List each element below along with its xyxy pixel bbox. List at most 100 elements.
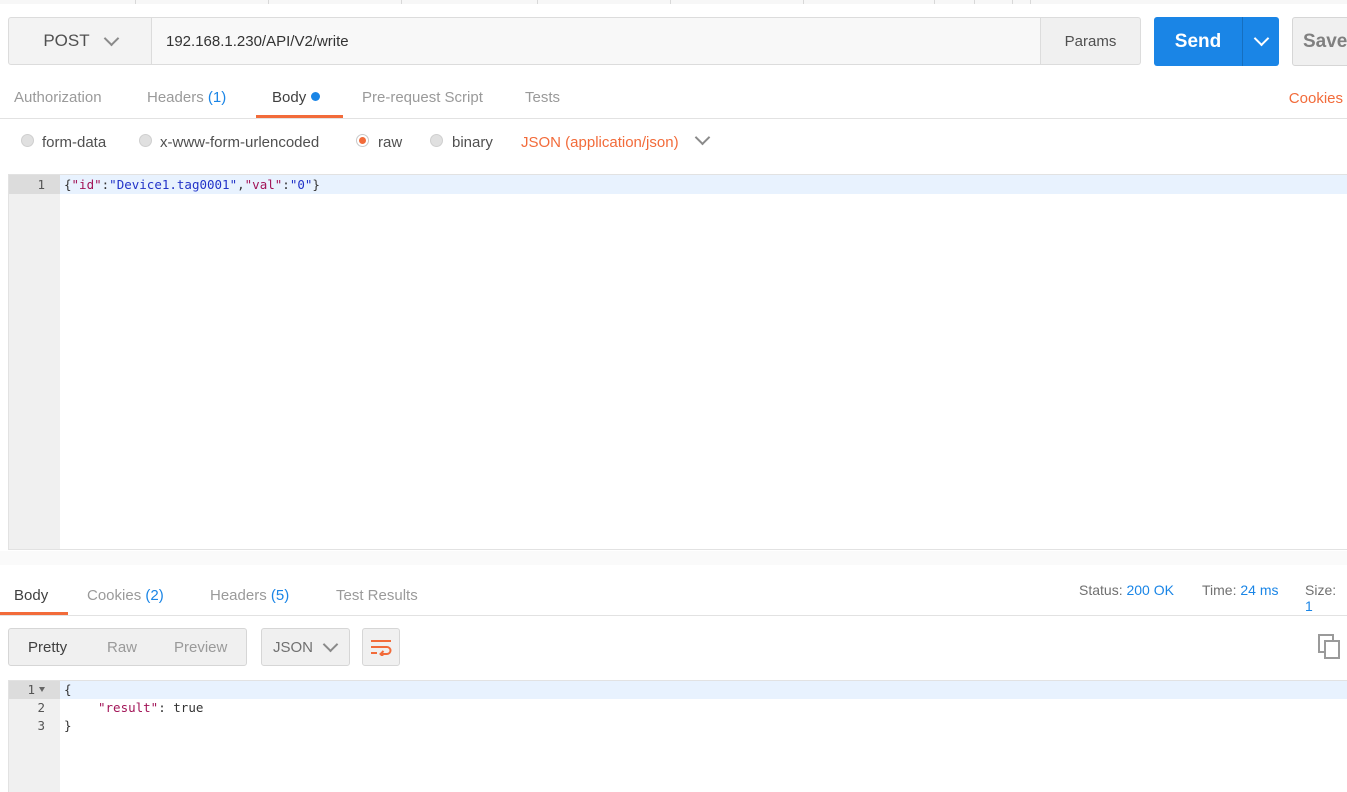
- radio-binary[interactable]: [430, 134, 443, 147]
- status-label: Status:: [1079, 582, 1123, 598]
- urlencoded-label[interactable]: x-www-form-urlencoded: [160, 134, 319, 151]
- binary-label[interactable]: binary: [452, 134, 493, 151]
- format-select[interactable]: JSON: [261, 628, 350, 666]
- chevron-down-icon[interactable]: [694, 129, 711, 146]
- punct: :: [282, 177, 290, 192]
- headers-count: (1): [207, 89, 227, 106]
- tab-divider: [934, 0, 935, 4]
- code-line: }: [64, 718, 72, 733]
- time-label: Time:: [1202, 582, 1237, 598]
- tab-headers-label: Headers: [210, 587, 267, 604]
- tab-body-label: Body: [272, 89, 307, 106]
- radio-form-data[interactable]: [21, 134, 34, 147]
- fold-arrow-icon[interactable]: [39, 687, 45, 692]
- cookies-count: (2): [145, 587, 164, 604]
- tab-authorization[interactable]: Authorization: [14, 89, 102, 106]
- tab-headers[interactable]: Headers (1): [147, 89, 226, 106]
- line-number: 3: [37, 718, 45, 733]
- method-select[interactable]: POST: [8, 17, 152, 65]
- response-tab-headers[interactable]: Headers (5): [210, 587, 289, 604]
- size-label: Size:: [1305, 582, 1337, 598]
- line-gutter: [9, 175, 60, 549]
- headers-count: (5): [270, 587, 290, 604]
- save-button[interactable]: Save: [1292, 17, 1347, 66]
- send-button[interactable]: Send: [1154, 17, 1242, 66]
- raw-label[interactable]: raw: [378, 134, 402, 151]
- request-tabs: Authorization Headers (1) Body Pre-reque…: [0, 78, 1347, 119]
- json-key: "val": [244, 177, 283, 192]
- response-tabs: Body Cookies (2) Headers (5) Test Result…: [0, 565, 1347, 616]
- tab-divider: [1030, 0, 1031, 4]
- response-tab-body[interactable]: Body: [14, 587, 48, 604]
- status-value[interactable]: 200 OK: [1126, 582, 1173, 598]
- form-data-label[interactable]: form-data: [42, 134, 106, 151]
- url-input[interactable]: 192.168.1.230/API/V2/write: [152, 17, 1041, 65]
- format-label: JSON: [273, 638, 314, 656]
- content-type-label: JSON (application/json): [521, 134, 679, 151]
- tab-divider: [1012, 0, 1013, 4]
- chevron-down-icon: [322, 636, 339, 652]
- radio-raw[interactable]: [356, 134, 369, 147]
- code-line: "result": true: [98, 700, 203, 715]
- response-tab-cookies[interactable]: Cookies (2): [87, 587, 164, 604]
- cookies-link[interactable]: Cookies: [1289, 90, 1343, 107]
- json-string: "0": [289, 177, 313, 192]
- tab-cookies-label: Cookies: [87, 587, 142, 604]
- json-key: "id": [71, 177, 102, 192]
- tab-divider: [670, 0, 671, 4]
- brace: {: [64, 177, 72, 192]
- code-line: {"id":"Device1.tag0001","val":"0"}: [64, 177, 320, 192]
- punct: ,: [237, 177, 245, 192]
- tab-headers-label: Headers: [147, 89, 204, 106]
- copy-button[interactable]: [1318, 634, 1344, 662]
- params-button[interactable]: Params: [1040, 17, 1141, 65]
- view-preview-button[interactable]: Preview: [174, 639, 227, 656]
- active-tab-underline: [256, 115, 343, 118]
- wrap-lines-button[interactable]: [362, 628, 400, 666]
- json-key: "result": [98, 700, 159, 715]
- view-raw-button[interactable]: Raw: [107, 639, 137, 656]
- wrap-lines-icon: [371, 640, 392, 656]
- modified-dot-icon: [311, 92, 321, 101]
- tab-divider: [537, 0, 538, 4]
- line-number: 1: [9, 682, 45, 697]
- url-value: 192.168.1.230/API/V2/write: [166, 32, 349, 50]
- request-tab-strip: [0, 0, 1347, 4]
- method-label: POST: [43, 31, 90, 50]
- status-meta: Status: 200 OK: [1079, 582, 1174, 598]
- json-string: "Device1.tag0001": [109, 177, 238, 192]
- view-mode-toggle: Pretty Raw Preview: [8, 628, 247, 666]
- line-number: 1: [37, 177, 45, 192]
- tab-divider: [135, 0, 136, 4]
- body-type-options: form-data x-www-form-urlencoded raw bina…: [0, 129, 1347, 158]
- brace: }: [312, 177, 320, 192]
- code-line: {: [64, 682, 72, 697]
- request-body-editor[interactable]: 1 {"id":"Device1.tag0001","val":"0"}: [8, 174, 1347, 550]
- tab-divider: [974, 0, 975, 4]
- tab-divider: [803, 0, 804, 4]
- json-boolean: true: [173, 700, 204, 715]
- punct: :: [158, 700, 174, 715]
- time-value[interactable]: 24 ms: [1240, 582, 1278, 598]
- tab-divider: [268, 0, 269, 4]
- radio-urlencoded[interactable]: [139, 134, 152, 147]
- panel-divider[interactable]: [0, 551, 1347, 565]
- response-tab-test-results[interactable]: Test Results: [336, 587, 418, 604]
- content-type-select[interactable]: JSON (application/json): [521, 134, 679, 151]
- time-meta: Time: 24 ms: [1202, 582, 1279, 598]
- chevron-down-icon: [1253, 30, 1269, 47]
- line-number: 2: [37, 700, 45, 715]
- active-line-highlight: [60, 681, 1347, 699]
- send-options-button[interactable]: [1242, 17, 1279, 66]
- active-tab-underline: [0, 612, 68, 615]
- response-body-viewer[interactable]: 1 2 3 { "result": true }: [8, 680, 1347, 792]
- size-value[interactable]: 1: [1305, 598, 1313, 614]
- tab-body[interactable]: Body: [272, 89, 321, 106]
- tab-prerequest-script[interactable]: Pre-request Script: [362, 89, 483, 106]
- size-meta: Size: 1: [1305, 582, 1347, 614]
- tab-tests[interactable]: Tests: [525, 89, 560, 106]
- view-pretty-button[interactable]: Pretty: [28, 639, 67, 656]
- line-number-value: 1: [27, 682, 35, 697]
- chevron-down-icon: [103, 30, 119, 46]
- copy-icon: [1318, 634, 1340, 659]
